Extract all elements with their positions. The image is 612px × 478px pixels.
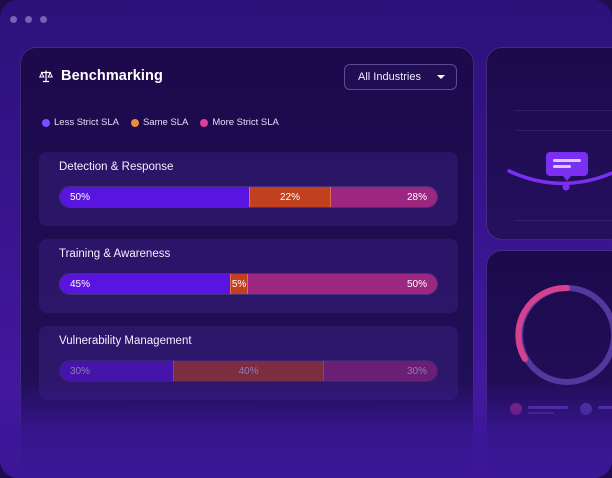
window-dot[interactable] bbox=[40, 16, 47, 23]
segment-label: 45% bbox=[70, 278, 91, 290]
stacked-bar: 30% 40% 30% bbox=[59, 360, 438, 382]
side-card-bottom bbox=[486, 250, 612, 478]
segment-label: 28% bbox=[406, 191, 427, 203]
legend-dot bbox=[510, 403, 522, 415]
legend-dot bbox=[580, 403, 592, 415]
segment-label: 30% bbox=[406, 365, 427, 377]
row-label: Vulnerability Management bbox=[59, 335, 192, 347]
segment-label: 40% bbox=[238, 365, 259, 377]
bar-segment-less: 45% bbox=[60, 274, 230, 294]
bar-segment-less: 50% bbox=[60, 187, 249, 207]
row-label: Detection & Response bbox=[59, 161, 174, 173]
curve-chart bbox=[507, 152, 612, 191]
card-header: Benchmarking bbox=[39, 68, 163, 84]
stacked-bar: 45% 5% 50% bbox=[59, 273, 438, 295]
benchmarking-card: Benchmarking All Industries Less Strict … bbox=[20, 47, 474, 478]
legend-dot bbox=[130, 118, 139, 127]
chevron-down-icon bbox=[437, 75, 445, 79]
app-window: Benchmarking All Industries Less Strict … bbox=[0, 0, 612, 478]
card-title: Benchmarking bbox=[61, 68, 163, 84]
industry-dropdown[interactable]: All Industries bbox=[344, 64, 457, 90]
legend-label: Same SLA bbox=[142, 117, 189, 128]
legend-label: Less Strict SLA bbox=[54, 117, 119, 128]
tooltip-icon bbox=[546, 152, 588, 176]
bar-segment-same: 22% bbox=[248, 187, 332, 207]
legend-item-more: More Strict SLA bbox=[200, 117, 279, 128]
legend-dot bbox=[200, 118, 209, 127]
dropdown-value: All Industries bbox=[358, 71, 421, 83]
stacked-bar: 50% 22% 28% bbox=[59, 186, 438, 208]
benchmark-row: Training & Awareness 45% 5% 50% bbox=[39, 239, 458, 313]
donut-chart bbox=[510, 284, 612, 415]
row-label: Training & Awareness bbox=[59, 248, 171, 260]
window-dot[interactable] bbox=[25, 16, 32, 23]
segment-label: 22% bbox=[279, 191, 300, 203]
segment-label: 50% bbox=[70, 191, 91, 203]
chart-point bbox=[562, 183, 570, 191]
bar-segment-more: 30% bbox=[323, 361, 437, 381]
legend-label: More Strict SLA bbox=[212, 117, 279, 128]
bar-segment-less: 30% bbox=[60, 361, 174, 381]
bar-segment-more: 50% bbox=[248, 274, 437, 294]
scale-icon bbox=[39, 70, 53, 83]
legend: Less Strict SLA Same SLA More Strict SLA bbox=[42, 117, 279, 128]
segment-label: 50% bbox=[406, 278, 427, 290]
window-controls bbox=[10, 16, 47, 23]
segment-label: 5% bbox=[231, 278, 247, 290]
bar-segment-more: 28% bbox=[331, 187, 437, 207]
legend-item-same: Same SLA bbox=[130, 117, 189, 128]
benchmark-row: Vulnerability Management 30% 40% 30% bbox=[39, 326, 458, 400]
bar-segment-same: 40% bbox=[173, 361, 324, 381]
window-dot[interactable] bbox=[10, 16, 17, 23]
side-card-top bbox=[486, 47, 612, 240]
legend-dot bbox=[42, 118, 50, 127]
legend-item-less: Less Strict SLA bbox=[42, 117, 119, 128]
bar-segment-same: 5% bbox=[229, 274, 249, 294]
benchmark-row: Detection & Response 50% 22% 28% bbox=[39, 152, 458, 226]
segment-label: 30% bbox=[70, 365, 91, 377]
